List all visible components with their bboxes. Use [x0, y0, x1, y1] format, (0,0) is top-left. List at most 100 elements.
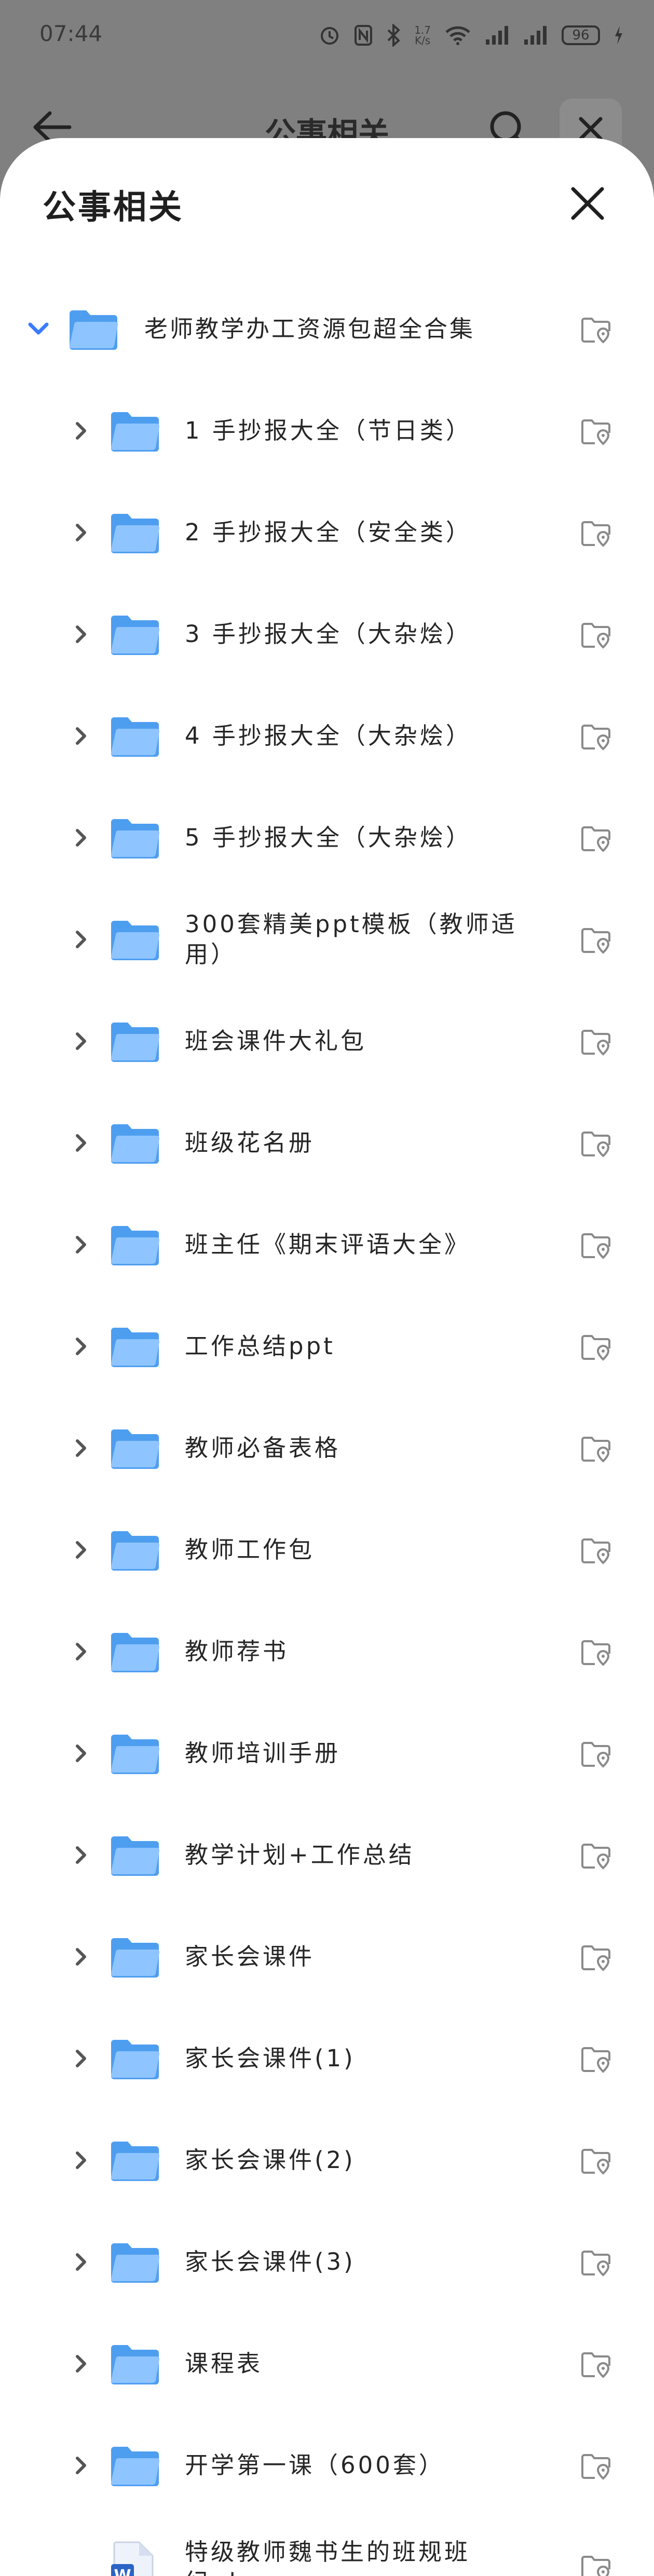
folder-location-icon[interactable] — [580, 1029, 611, 1058]
folder-location-icon[interactable] — [580, 1537, 611, 1566]
folder-icon — [109, 410, 161, 454]
sheet-title: 公事相关 — [43, 188, 184, 227]
folder-location-icon[interactable] — [580, 1843, 611, 1872]
chevron-right-icon[interactable] — [70, 416, 92, 445]
folder-location-icon[interactable] — [580, 1232, 611, 1261]
tree-folder-row[interactable]: 教学计划+工作总结 — [0, 1804, 654, 1906]
tree-item-label: 课程表 — [185, 2350, 263, 2377]
tree-item-label: 开学第一课（600套） — [185, 2451, 445, 2479]
tree-folder-row[interactable]: 工作总结ppt — [0, 1296, 654, 1397]
folder-location-icon[interactable] — [580, 418, 611, 447]
folder-location-icon[interactable] — [580, 1436, 611, 1465]
folder-location-icon[interactable] — [580, 1130, 611, 1160]
tree-folder-row[interactable]: 3 手抄报大全（大杂烩） — [0, 583, 654, 685]
folder-icon — [109, 919, 161, 962]
chevron-right-icon[interactable] — [70, 1942, 92, 1971]
tree-folder-row[interactable]: 300套精美ppt模板（教师适用） — [0, 889, 654, 990]
chevron-right-icon[interactable] — [70, 518, 92, 547]
chevron-right-icon[interactable] — [70, 1637, 92, 1666]
chevron-right-icon[interactable] — [70, 1027, 92, 1056]
folder-location-icon[interactable] — [580, 1944, 611, 1973]
chevron-right-icon[interactable] — [70, 721, 92, 751]
tree-item-label: 班会课件大礼包 — [185, 1027, 367, 1055]
chevron-right-icon[interactable] — [70, 1739, 92, 1768]
tree-folder-row[interactable]: 教师必备表格 — [0, 1397, 654, 1499]
chevron-right-icon[interactable] — [70, 2451, 92, 2480]
chevron-right-icon[interactable] — [70, 925, 92, 954]
chevron-down-icon[interactable] — [27, 315, 50, 344]
tree-folder-row[interactable]: 班主任《期末评语大全》 — [0, 1194, 654, 1296]
tree-folder-row[interactable]: 班会课件大礼包 — [0, 990, 654, 1092]
alarm-icon — [319, 24, 340, 46]
tree-folder-row[interactable]: 5 手抄报大全（大杂烩） — [0, 787, 654, 889]
tree-folder-row[interactable]: 班级花名册 — [0, 1092, 654, 1194]
tree-item-label: 家长会课件(2) — [185, 2146, 356, 2174]
folder-location-icon[interactable] — [580, 1334, 611, 1363]
folder-location-icon[interactable] — [580, 2555, 611, 2576]
tree-folder-row[interactable]: 教师培训手册 — [0, 1702, 654, 1804]
net-speed-unit: K/s — [414, 34, 431, 47]
nfc-icon — [354, 24, 373, 46]
tree-folder-row[interactable]: 课程表 — [0, 2313, 654, 2415]
bluetooth-icon — [386, 24, 401, 47]
tree-item-label: 教学计划+工作总结 — [185, 1841, 415, 1869]
folder-location-icon[interactable] — [580, 2250, 611, 2279]
tree-item-label: 教师工作包 — [185, 1536, 315, 1563]
chevron-right-icon[interactable] — [70, 1535, 92, 1564]
folder-icon — [109, 1631, 161, 1674]
chevron-right-icon[interactable] — [70, 2349, 92, 2378]
chevron-right-icon[interactable] — [70, 2146, 92, 2175]
folder-icon — [109, 817, 161, 861]
chevron-right-icon[interactable] — [70, 2247, 92, 2277]
tree-folder-row[interactable]: 家长会课件(3) — [0, 2211, 654, 2313]
chevron-right-icon[interactable] — [70, 823, 92, 852]
tree-file-row[interactable]: W 特级教师魏书生的班规班纪.docx — [0, 2516, 654, 2576]
folder-icon — [109, 2038, 161, 2081]
folder-location-icon[interactable] — [580, 622, 611, 651]
tree-folder-row[interactable]: 4 手抄报大全（大杂烩） — [0, 685, 654, 787]
tree-folder-row[interactable]: 教师工作包 — [0, 1499, 654, 1601]
folder-location-icon[interactable] — [580, 1741, 611, 1770]
folder-icon — [109, 715, 161, 759]
tree-item-label: 班级花名册 — [185, 1129, 315, 1156]
chevron-right-icon[interactable] — [70, 1230, 92, 1259]
tree-root-row[interactable]: 老师教学办工资源包超全合集 — [0, 278, 654, 380]
folder-icon — [109, 1936, 161, 1980]
tree-folder-row[interactable]: 1 手抄报大全（节日类） — [0, 380, 654, 482]
tree-folder-row[interactable]: 教师荐书 — [0, 1601, 654, 1702]
tree-folder-row[interactable]: 2 手抄报大全（安全类） — [0, 482, 654, 583]
tree-folder-row[interactable]: 家长会课件 — [0, 1906, 654, 2008]
word-doc-icon: W — [109, 2541, 156, 2576]
tree-item-label: 特级教师魏书生的班规班纪.docx — [185, 2538, 471, 2576]
folder-location-icon[interactable] — [580, 2453, 611, 2482]
folder-location-icon[interactable] — [580, 520, 611, 549]
chevron-right-icon[interactable] — [70, 2044, 92, 2073]
signal-icon-1 — [485, 25, 510, 46]
folder-icon — [109, 1122, 161, 1166]
folder-location-icon[interactable] — [580, 927, 611, 956]
folder-picker-sheet: 公事相关 老师教学办工资源包超全合集 1 手抄报大全（节日类） 2 手抄报大全（安… — [0, 138, 654, 2576]
charging-icon — [614, 25, 624, 46]
close-icon[interactable] — [570, 186, 605, 223]
folder-location-icon[interactable] — [580, 2351, 611, 2380]
tree-folder-row[interactable]: 家长会课件(2) — [0, 2109, 654, 2211]
folder-location-icon[interactable] — [580, 2046, 611, 2075]
folder-location-icon[interactable] — [580, 724, 611, 753]
folder-icon — [109, 1427, 161, 1471]
folder-location-icon[interactable] — [580, 825, 611, 854]
chevron-right-icon[interactable] — [70, 620, 92, 649]
folder-location-icon[interactable] — [580, 317, 611, 346]
tree-item-label: 教师必备表格 — [185, 1434, 341, 1462]
tree-root-label: 老师教学办工资源包超全合集 — [144, 315, 475, 343]
folder-location-icon[interactable] — [580, 1639, 611, 1668]
tree-folder-row[interactable]: 家长会课件(1) — [0, 2008, 654, 2109]
net-speed: 1.7 K/s — [414, 25, 431, 46]
folder-location-icon[interactable] — [580, 2148, 611, 2177]
folder-icon — [109, 1020, 161, 1064]
folder-icon — [109, 1834, 161, 1878]
tree-folder-row[interactable]: 开学第一课（600套） — [0, 2415, 654, 2516]
chevron-right-icon[interactable] — [70, 1128, 92, 1157]
chevron-right-icon[interactable] — [70, 1332, 92, 1361]
chevron-right-icon[interactable] — [70, 1841, 92, 1870]
chevron-right-icon[interactable] — [70, 1434, 92, 1463]
